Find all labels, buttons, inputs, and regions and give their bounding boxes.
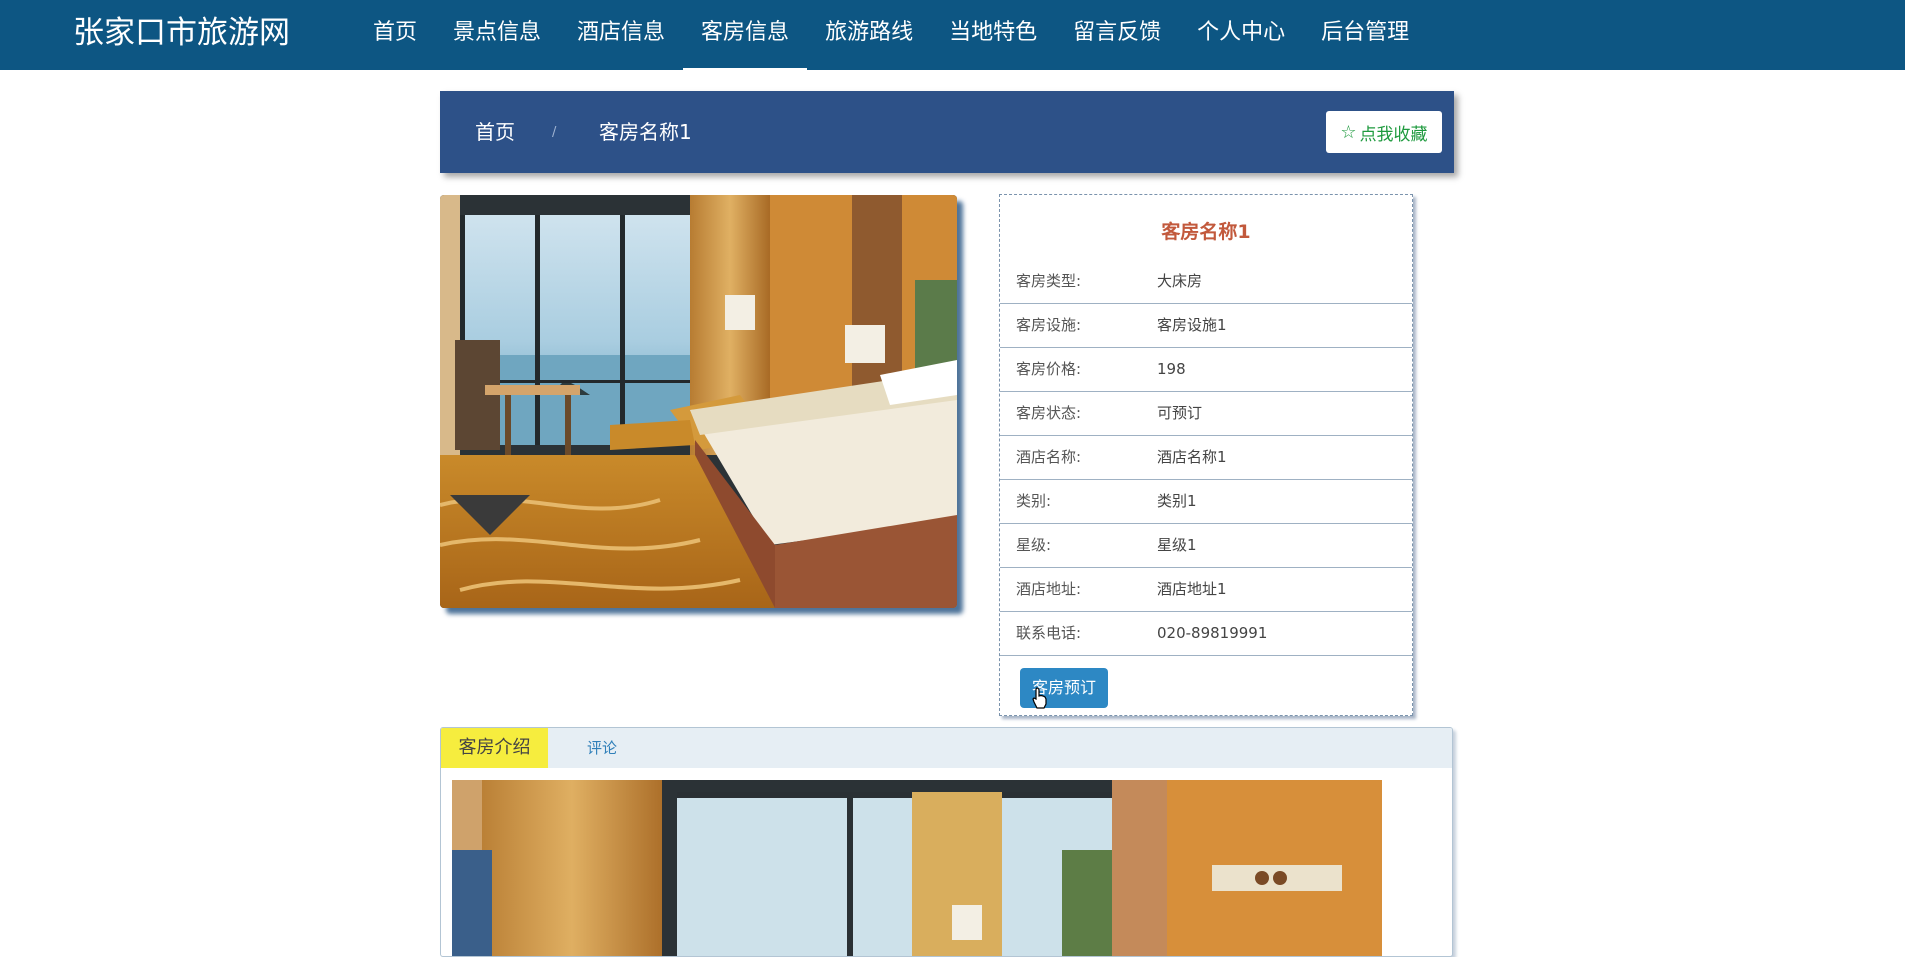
nav-item-attractions[interactable]: 景点信息 bbox=[435, 0, 559, 70]
info-row-hotel-address: 酒店地址: 酒店地址1 bbox=[1000, 567, 1412, 612]
favorite-button-label: 点我收藏 bbox=[1359, 124, 1428, 145]
detail-tabs: 客房介绍 评论 bbox=[440, 727, 1453, 957]
info-label: 联系电话: bbox=[1016, 624, 1082, 642]
nav-item-routes[interactable]: 旅游路线 bbox=[807, 0, 931, 70]
star-outline-icon: ☆ bbox=[1340, 121, 1357, 143]
info-label: 类别: bbox=[1016, 492, 1052, 510]
info-row-status: 客房状态: 可预订 bbox=[1000, 391, 1412, 436]
info-label: 星级: bbox=[1016, 536, 1052, 554]
breadcrumb-home-link[interactable]: 首页 bbox=[475, 91, 515, 173]
info-value: 020-89819991 bbox=[1157, 624, 1268, 642]
tab-header: 客房介绍 评论 bbox=[441, 728, 1452, 768]
breadcrumb-current: 客房名称1 bbox=[599, 120, 692, 144]
info-row-hotel-name: 酒店名称: 酒店名称1 bbox=[1000, 435, 1412, 480]
info-value: 星级1 bbox=[1157, 536, 1197, 554]
info-value: 类别1 bbox=[1157, 492, 1197, 510]
info-label: 酒店地址: bbox=[1016, 580, 1082, 598]
info-value: 大床房 bbox=[1157, 272, 1203, 290]
top-navbar: 张家口市旅游网 首页 景点信息 酒店信息 客房信息 旅游路线 当地特色 留言反馈… bbox=[0, 0, 1905, 70]
intro-photo bbox=[452, 780, 1382, 956]
info-value: 可预订 bbox=[1157, 404, 1203, 422]
breadcrumb: 首页 / 客房名称1 ☆ 点我收藏 bbox=[440, 91, 1454, 173]
info-label: 酒店名称: bbox=[1016, 448, 1082, 466]
info-value: 198 bbox=[1157, 360, 1186, 378]
room-info-panel: 客房名称1 客房类型: 大床房 客房设施: 客房设施1 客房价格: 198 客房… bbox=[999, 194, 1413, 716]
info-row-category: 类别: 类别1 bbox=[1000, 479, 1412, 524]
room-photo bbox=[440, 195, 957, 608]
info-row-room-type: 客房类型: 大床房 bbox=[1000, 259, 1412, 304]
site-logo-title[interactable]: 张家口市旅游网 bbox=[73, 0, 290, 70]
info-label: 客房状态: bbox=[1016, 404, 1082, 422]
tab-comments[interactable]: 评论 bbox=[587, 728, 617, 768]
info-label: 客房设施: bbox=[1016, 316, 1082, 334]
main-nav: 首页 景点信息 酒店信息 客房信息 旅游路线 当地特色 留言反馈 个人中心 后台… bbox=[355, 0, 1427, 70]
info-row-phone: 联系电话: 020-89819991 bbox=[1000, 611, 1412, 656]
nav-item-admin[interactable]: 后台管理 bbox=[1303, 0, 1427, 70]
nav-item-user-center[interactable]: 个人中心 bbox=[1179, 0, 1303, 70]
favorite-button[interactable]: ☆ 点我收藏 bbox=[1326, 111, 1442, 153]
nav-item-home[interactable]: 首页 bbox=[355, 0, 435, 70]
hand-cursor-icon bbox=[1032, 687, 1047, 709]
info-value: 酒店地址1 bbox=[1157, 580, 1227, 598]
breadcrumb-separator: / bbox=[552, 125, 557, 140]
info-value: 酒店名称1 bbox=[1157, 448, 1227, 466]
info-value: 客房设施1 bbox=[1157, 316, 1227, 334]
nav-item-feedback[interactable]: 留言反馈 bbox=[1055, 0, 1179, 70]
info-row-facilities: 客房设施: 客房设施1 bbox=[1000, 303, 1412, 348]
info-row-price: 客房价格: 198 bbox=[1000, 347, 1412, 392]
info-label: 客房价格: bbox=[1016, 360, 1082, 378]
nav-item-local-specialties[interactable]: 当地特色 bbox=[931, 0, 1055, 70]
room-title: 客房名称1 bbox=[1161, 221, 1251, 243]
tab-room-intro[interactable]: 客房介绍 bbox=[441, 728, 548, 768]
info-row-star-level: 星级: 星级1 bbox=[1000, 523, 1412, 568]
nav-item-hotels[interactable]: 酒店信息 bbox=[559, 0, 683, 70]
info-label: 客房类型: bbox=[1016, 272, 1082, 290]
nav-item-rooms[interactable]: 客房信息 bbox=[683, 0, 808, 70]
